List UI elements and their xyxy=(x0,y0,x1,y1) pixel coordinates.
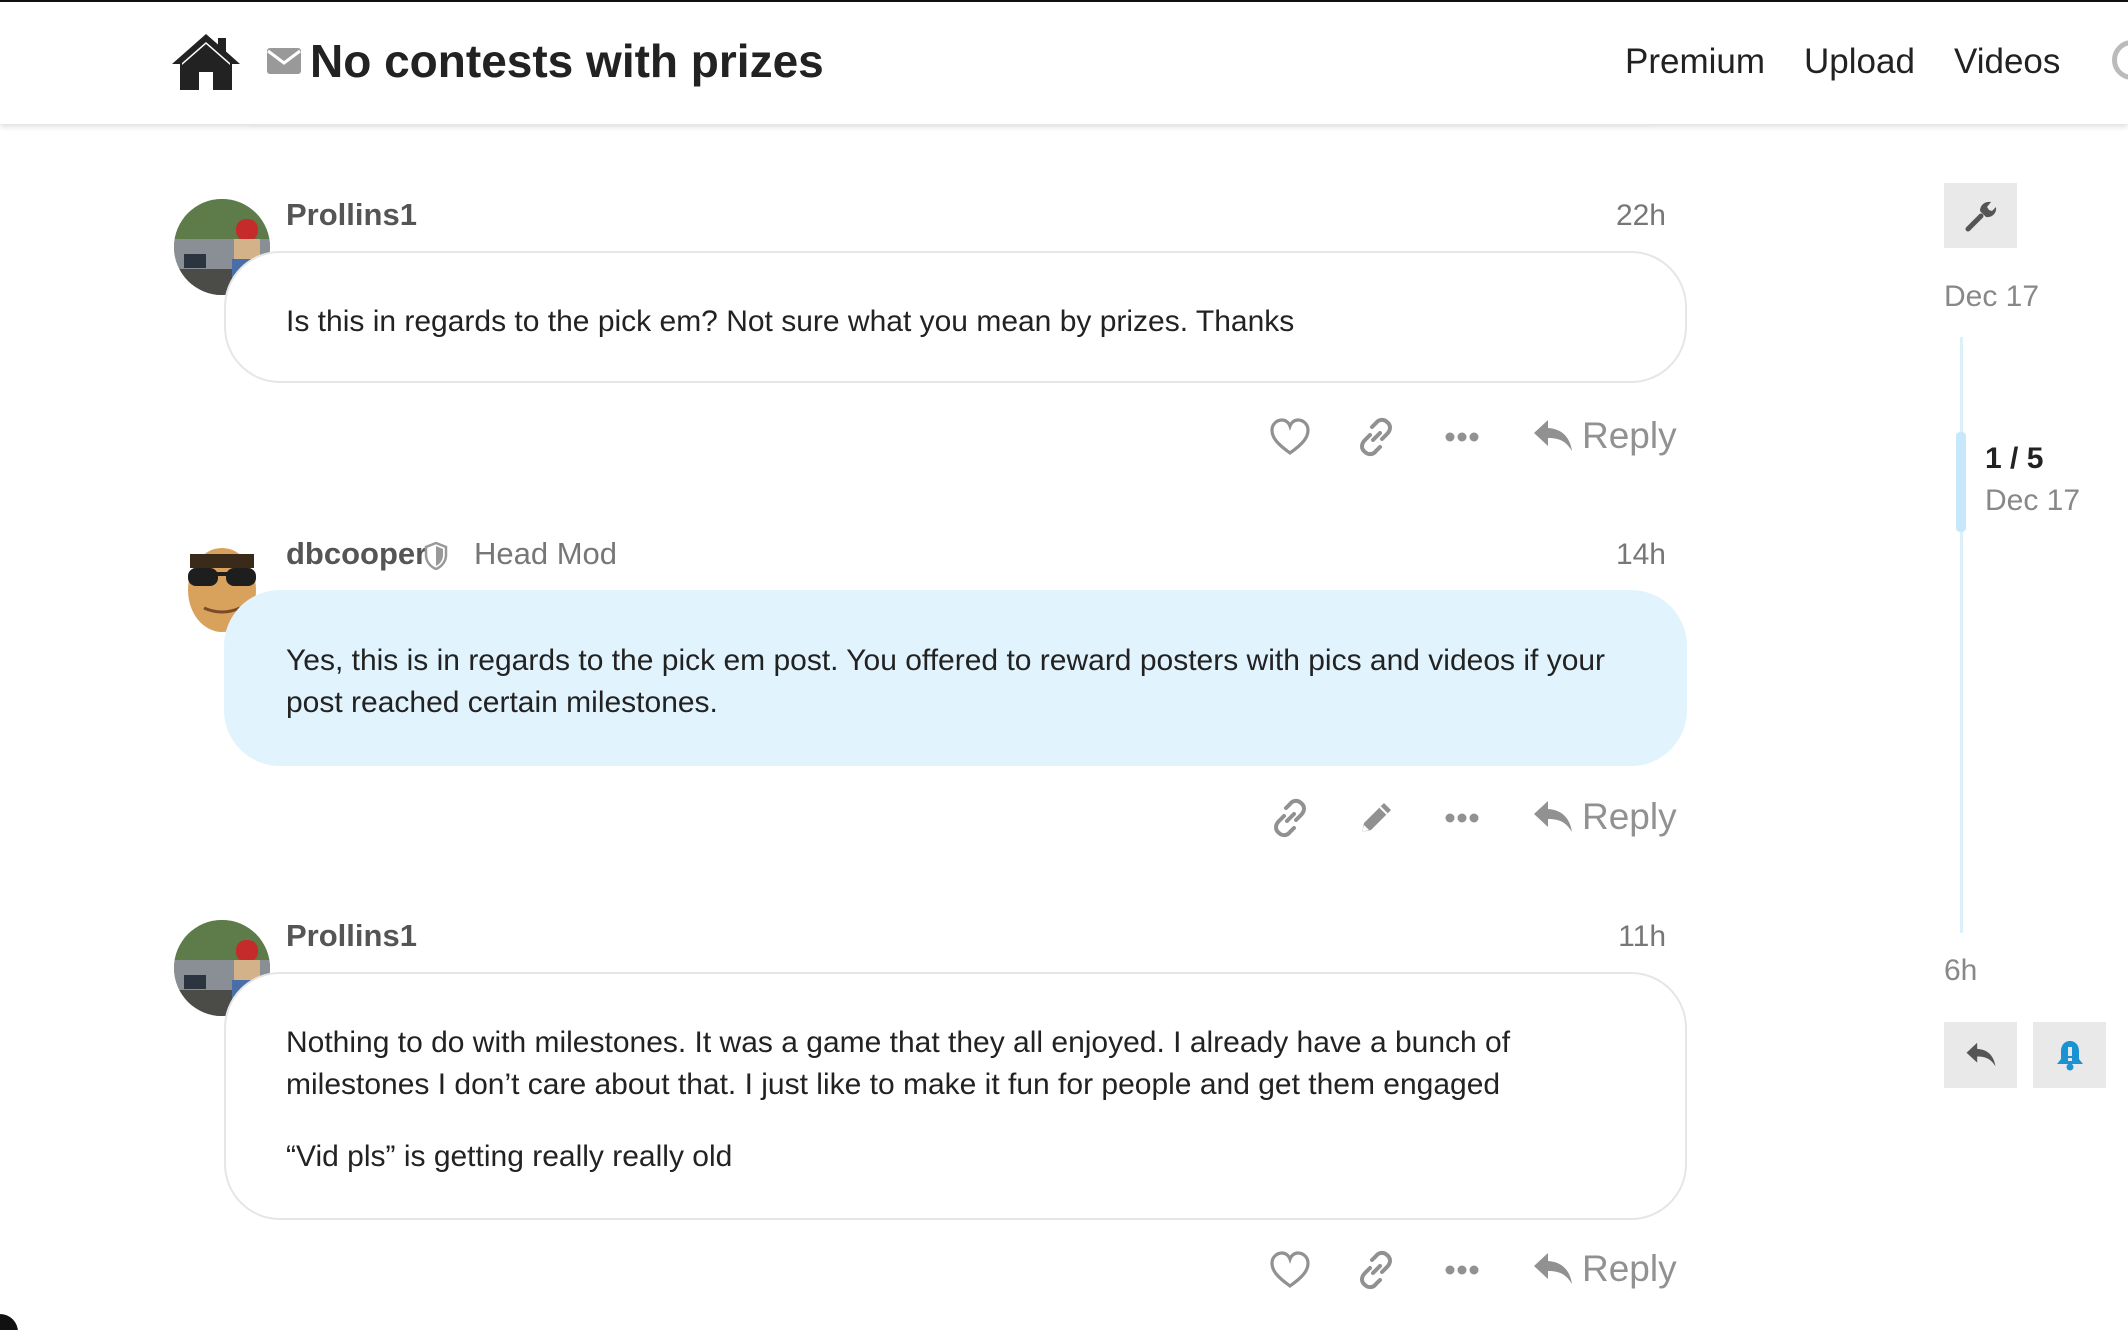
wrench-icon xyxy=(1965,201,1996,231)
reply-icon xyxy=(1534,801,1572,832)
like-icon[interactable] xyxy=(1268,1248,1312,1292)
link-icon[interactable] xyxy=(1268,796,1312,840)
home-icon[interactable] xyxy=(170,32,242,92)
reply-label: Reply xyxy=(1582,1248,1677,1289)
more-icon[interactable] xyxy=(1440,1248,1484,1292)
username[interactable]: dbcooper xyxy=(286,536,427,572)
timeline-reply-button[interactable] xyxy=(1944,1022,2017,1088)
post-age[interactable]: 22h xyxy=(1566,199,1666,233)
post-body: Nothing to do with milestones. It was a … xyxy=(224,972,1687,1220)
timeline-track[interactable] xyxy=(1960,337,1963,933)
reply-label: Reply xyxy=(1582,796,1677,837)
timeline-position: 1 / 5 xyxy=(1985,442,2044,475)
post-actions: Reply xyxy=(1266,796,1686,846)
username[interactable]: Prollins1 xyxy=(286,918,417,954)
post-text: Nothing to do with milestones. It was a … xyxy=(286,1026,1511,1101)
post-age[interactable]: 11h xyxy=(1566,920,1666,954)
timeline-start-date[interactable]: Dec 17 xyxy=(1944,280,2039,314)
reply-label: Reply xyxy=(1582,415,1677,456)
link-icon[interactable] xyxy=(1354,415,1398,459)
shield-icon xyxy=(424,542,448,570)
more-icon[interactable] xyxy=(1440,796,1484,840)
reply-icon xyxy=(1534,1253,1572,1284)
reply-button[interactable]: Reply xyxy=(1532,1248,1677,1290)
search-icon[interactable] xyxy=(2112,40,2128,80)
post-age[interactable]: 14h xyxy=(1566,538,1666,572)
nav-premium[interactable]: Premium xyxy=(1625,42,1765,82)
like-icon[interactable] xyxy=(1268,415,1312,459)
post-text: Is this in regards to the pick em? Not s… xyxy=(286,305,1295,338)
nav-videos[interactable]: Videos xyxy=(1954,42,2060,82)
more-icon[interactable] xyxy=(1440,415,1484,459)
reply-button[interactable]: Reply xyxy=(1532,415,1677,457)
post-text: Yes, this is in regards to the pick em p… xyxy=(286,644,1606,719)
post-actions: Reply xyxy=(1266,415,1686,465)
timeline-position-date: Dec 17 xyxy=(1985,484,2081,517)
header-divider xyxy=(250,126,1650,127)
reply-button[interactable]: Reply xyxy=(1532,796,1677,838)
post-body: Yes, this is in regards to the pick em p… xyxy=(224,590,1687,766)
nav-upload[interactable]: Upload xyxy=(1804,42,1915,82)
edit-icon[interactable] xyxy=(1354,796,1398,840)
envelope-icon xyxy=(267,48,301,74)
window-corner xyxy=(0,1314,18,1330)
reply-icon xyxy=(1966,1042,1995,1067)
timeline-end-age[interactable]: 6h xyxy=(1944,954,1977,988)
bell-icon xyxy=(2056,1041,2083,1071)
admin-wrench-button[interactable] xyxy=(1944,183,2017,248)
notification-bell-button[interactable] xyxy=(2033,1022,2106,1088)
topic-title[interactable]: No contests with prizes xyxy=(310,34,824,88)
post-text: “Vid pls” is getting really really old xyxy=(286,1140,733,1173)
reply-icon xyxy=(1534,420,1572,451)
site-header: No contests with prizes Premium Upload V… xyxy=(0,2,2128,124)
timeline-handle[interactable] xyxy=(1956,432,1966,532)
post-actions: Reply xyxy=(1266,1248,1686,1298)
post-body: Is this in regards to the pick em? Not s… xyxy=(224,251,1687,383)
link-icon[interactable] xyxy=(1354,1248,1398,1292)
user-title: Head Mod xyxy=(474,536,618,571)
username[interactable]: Prollins1 xyxy=(286,197,417,233)
